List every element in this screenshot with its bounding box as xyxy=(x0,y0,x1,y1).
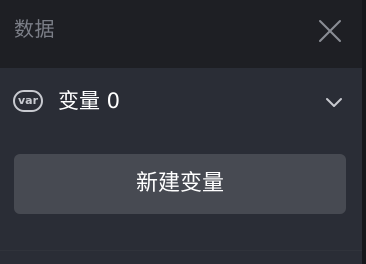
close-button[interactable] xyxy=(314,15,346,47)
panel-title: 数据 xyxy=(14,17,55,41)
variables-section-header[interactable]: var 变量 0 xyxy=(0,68,362,134)
data-panel: 数据 var 变量 0 新建变量 xyxy=(0,0,366,264)
divider xyxy=(0,250,362,251)
variable-icon: var xyxy=(13,90,43,112)
panel-edge xyxy=(362,0,366,264)
chevron-down-icon[interactable] xyxy=(323,93,345,111)
new-variable-button[interactable]: 新建变量 xyxy=(14,154,346,214)
close-icon xyxy=(319,20,341,42)
panel-header: 数据 xyxy=(0,0,362,68)
variables-content: 新建变量 xyxy=(0,134,362,264)
variables-section-label: 变量 0 xyxy=(58,89,121,113)
